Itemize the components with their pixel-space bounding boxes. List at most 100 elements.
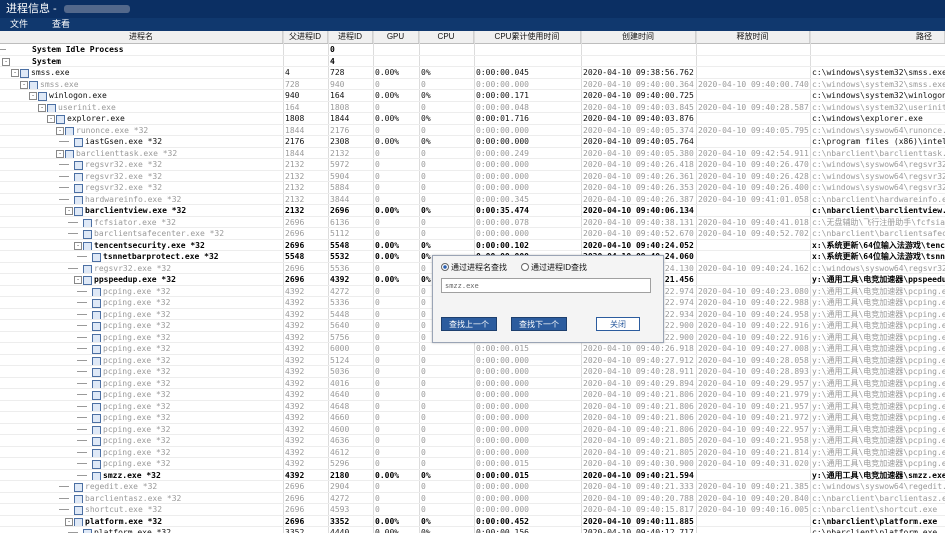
col-header-created[interactable]: 创建时间 [581, 31, 696, 43]
table-row[interactable]: fcfsiator.exe *32 2696 6136 0 0 0:00:00.078 20… [0, 217, 945, 228]
tree-connector [77, 313, 87, 315]
table-row[interactable]: pcping.exe *32 4392 5036 0 0 0:00:00.000 2020-… [0, 366, 945, 378]
radio-unselected-icon [521, 263, 529, 271]
menu-file[interactable]: 文件 [10, 18, 28, 31]
table-row[interactable]: platform.exe *32 3352 4440 0.00% 0% 0:00:00.1… [0, 527, 945, 533]
collapse-toggle-icon[interactable]: - [74, 276, 82, 284]
menu-bar: 文件 查看 [0, 18, 945, 31]
tree-connector [77, 359, 87, 361]
table-row[interactable]: pcping.exe *32 4392 5296 0 0 0:00:00.015 2020-… [0, 458, 945, 470]
table-row[interactable]: pcping.exe *32 4392 4636 0 0 0:00:00.000 2020-… [0, 435, 945, 447]
table-row[interactable]: - userinit.exe 164 1808 0 0 0:00:00.048 2020-04… [0, 102, 945, 113]
table-row[interactable]: - barclientview.exe *32 2132 2696 0.00% 0% 0:0… [0, 205, 945, 217]
table-row[interactable]: - runonce.exe *32 1844 2176 0 0 0:00:00.000 202… [0, 125, 945, 136]
collapse-toggle-icon[interactable]: - [11, 69, 19, 77]
menu-view[interactable]: 查看 [52, 18, 70, 31]
collapse-toggle-icon[interactable]: - [20, 80, 28, 89]
table-row[interactable]: hardwareinfo.exe *32 2132 3844 0 0 0:00:00.34… [0, 194, 945, 205]
table-row[interactable]: pcping.exe *32 4392 6000 0 0 0:00:00.015 2020-… [0, 343, 945, 355]
cell-released [698, 527, 809, 533]
table-row[interactable]: - smss.exe 4 728 0.00% 0% 0:00:00.045 2020-04-1… [0, 67, 945, 79]
tree-connector [77, 417, 87, 418]
cell-path: c:\nbarclient\platform.exe [812, 528, 938, 533]
close-button[interactable]: 关闭 [596, 317, 640, 331]
col-header-pid[interactable]: 进程ID [328, 31, 373, 43]
tree-connector [59, 175, 69, 177]
tree-connector [77, 394, 87, 395]
table-row[interactable]: pcping.exe *32 4392 4016 0 0 0:00:00.000 2020-… [0, 378, 945, 389]
table-row[interactable]: pcping.exe *32 4392 4600 0 0 0:00:00.000 2020-… [0, 424, 945, 435]
cell-created: 2020-04-10 09:40:12.717 [583, 528, 694, 533]
collapse-toggle-icon[interactable]: - [56, 149, 64, 158]
window-title: 进程信息 - [6, 3, 57, 15]
tree-connector [0, 49, 6, 50]
collapse-toggle-icon[interactable]: - [74, 241, 82, 250]
tree-connector [77, 405, 87, 407]
table-row[interactable]: System Idle Process 0 [0, 44, 945, 56]
table-row[interactable]: regsvr32.exe *32 2132 5972 0 0 0:00:00.000 202… [0, 159, 945, 171]
collapse-toggle-icon[interactable]: - [38, 103, 46, 112]
table-row[interactable]: - winlogon.exe 940 164 0.00% 0% 0:00:00.171 202… [0, 90, 945, 102]
table-row[interactable]: iastGsen.exe *32 2176 2308 0.00% 0% 0:00:00.0… [0, 136, 945, 148]
cell-cputime: 0:00:00.156 [476, 528, 529, 533]
find-next-button[interactable]: 查找下一个 [511, 317, 567, 331]
tree-connector [77, 382, 87, 384]
cell-gpu: 0.00% [375, 528, 400, 533]
find-prev-button[interactable]: 查找上一个 [441, 317, 497, 331]
table-row[interactable]: - platform.exe *32 2696 3352 0.00% 0% 0:00:00.… [0, 516, 945, 527]
table-row[interactable]: pcping.exe *32 4392 4640 0 0 0:00:00.000 2020-… [0, 389, 945, 401]
radio-by-pid[interactable]: 通过进程ID查找 [521, 262, 587, 273]
radio-by-name[interactable]: 通过进程名查找 [441, 262, 507, 273]
collapse-toggle-icon[interactable]: - [29, 92, 37, 100]
col-header-released[interactable]: 释放时间 [696, 31, 810, 43]
tree-connector [59, 141, 69, 142]
table-row[interactable]: - explorer.exe 1808 1844 0.00% 0% 0:00:01.716 2… [0, 113, 945, 125]
radio-by-pid-label: 通过进程ID查找 [531, 263, 587, 272]
table-row[interactable]: regsvr32.exe *32 2132 5904 0 0 0:00:00.000 202… [0, 171, 945, 182]
tree-connector [77, 302, 87, 303]
table-header: 进程名 父进程ID 进程ID GPU CPU CPU累计使用时间 创建时间 释放… [0, 31, 945, 44]
redacted-title-segment [64, 5, 130, 13]
table-row[interactable]: pcping.exe *32 4392 4660 0 0 0:00:00.000 2020-… [0, 412, 945, 424]
tree-connector [77, 336, 87, 338]
table-row[interactable]: pcping.exe *32 4392 4648 0 0 0:00:00.000 2020-… [0, 401, 945, 412]
table-row[interactable]: pcping.exe *32 4392 4612 0 0 0:00:00.000 2020-… [0, 447, 945, 458]
find-dialog: 通过进程名查找 通过进程ID查找 smzz.exe 查找上一个 查找下一个 关闭 [432, 255, 664, 343]
table-row[interactable]: regsvr32.exe *32 2132 5884 0 0 0:00:00.000 202… [0, 182, 945, 194]
tree-connector [77, 290, 87, 292]
process-icon [83, 529, 92, 533]
col-header-name[interactable]: 进程名 [0, 31, 283, 43]
tree-connector [59, 198, 69, 200]
collapse-toggle-icon[interactable]: - [65, 517, 73, 526]
col-header-cputime[interactable]: CPU累计使用时间 [474, 31, 581, 43]
table-row[interactable]: barclientasz.exe *32 2696 4272 0 0 0:00:00.00… [0, 493, 945, 504]
collapse-toggle-icon[interactable]: - [65, 207, 73, 215]
table-row[interactable]: barclientsafecenter.exe *32 2696 5112 0 0 0:0… [0, 228, 945, 240]
table-row[interactable]: - barclienttask.exe *32 1844 2132 0 0 0:00:00.… [0, 148, 945, 159]
title-bar: 进程信息 - [0, 0, 945, 18]
process-name: platform.exe *32 [94, 528, 172, 533]
table-row[interactable]: pcping.exe *32 4392 5124 0 0 0:00:00.000 2020-… [0, 355, 945, 366]
tree-connector [77, 348, 87, 349]
tree-connector [77, 474, 87, 476]
col-header-path[interactable]: 路径 [810, 31, 945, 43]
col-header-gpu[interactable]: GPU [373, 31, 419, 43]
tree-connector [68, 221, 78, 223]
table-row[interactable]: regedit.exe *32 2696 2904 0 0 0:00:00.000 2020… [0, 481, 945, 493]
table-row[interactable]: smzz.exe *32 4392 2180 0.00% 0% 0:00:00.015 20… [0, 470, 945, 481]
tree-connector [59, 187, 69, 188]
table-row[interactable]: - smss.exe 728 940 0 0 0:00:00.000 2020-04-10 0… [0, 79, 945, 90]
collapse-toggle-icon[interactable]: - [56, 126, 64, 135]
col-header-ppid[interactable]: 父进程ID [283, 31, 328, 43]
table-row[interactable]: shortcut.exe *32 2696 4593 0 0 0:00:00.000 202… [0, 504, 945, 516]
tree-connector [77, 463, 87, 464]
col-header-cpu[interactable]: CPU [419, 31, 474, 43]
search-input[interactable]: smzz.exe [441, 278, 651, 293]
tree-connector [77, 428, 87, 430]
collapse-toggle-icon[interactable]: - [47, 115, 55, 123]
table-row[interactable]: - System 4 [0, 56, 945, 67]
collapse-toggle-icon[interactable]: - [2, 57, 10, 66]
table-row[interactable]: - tencentsecurity.exe *32 2696 5548 0.00% 0% 0… [0, 240, 945, 251]
radio-selected-icon [441, 263, 449, 271]
cell-ppid: 3352 [285, 528, 305, 533]
